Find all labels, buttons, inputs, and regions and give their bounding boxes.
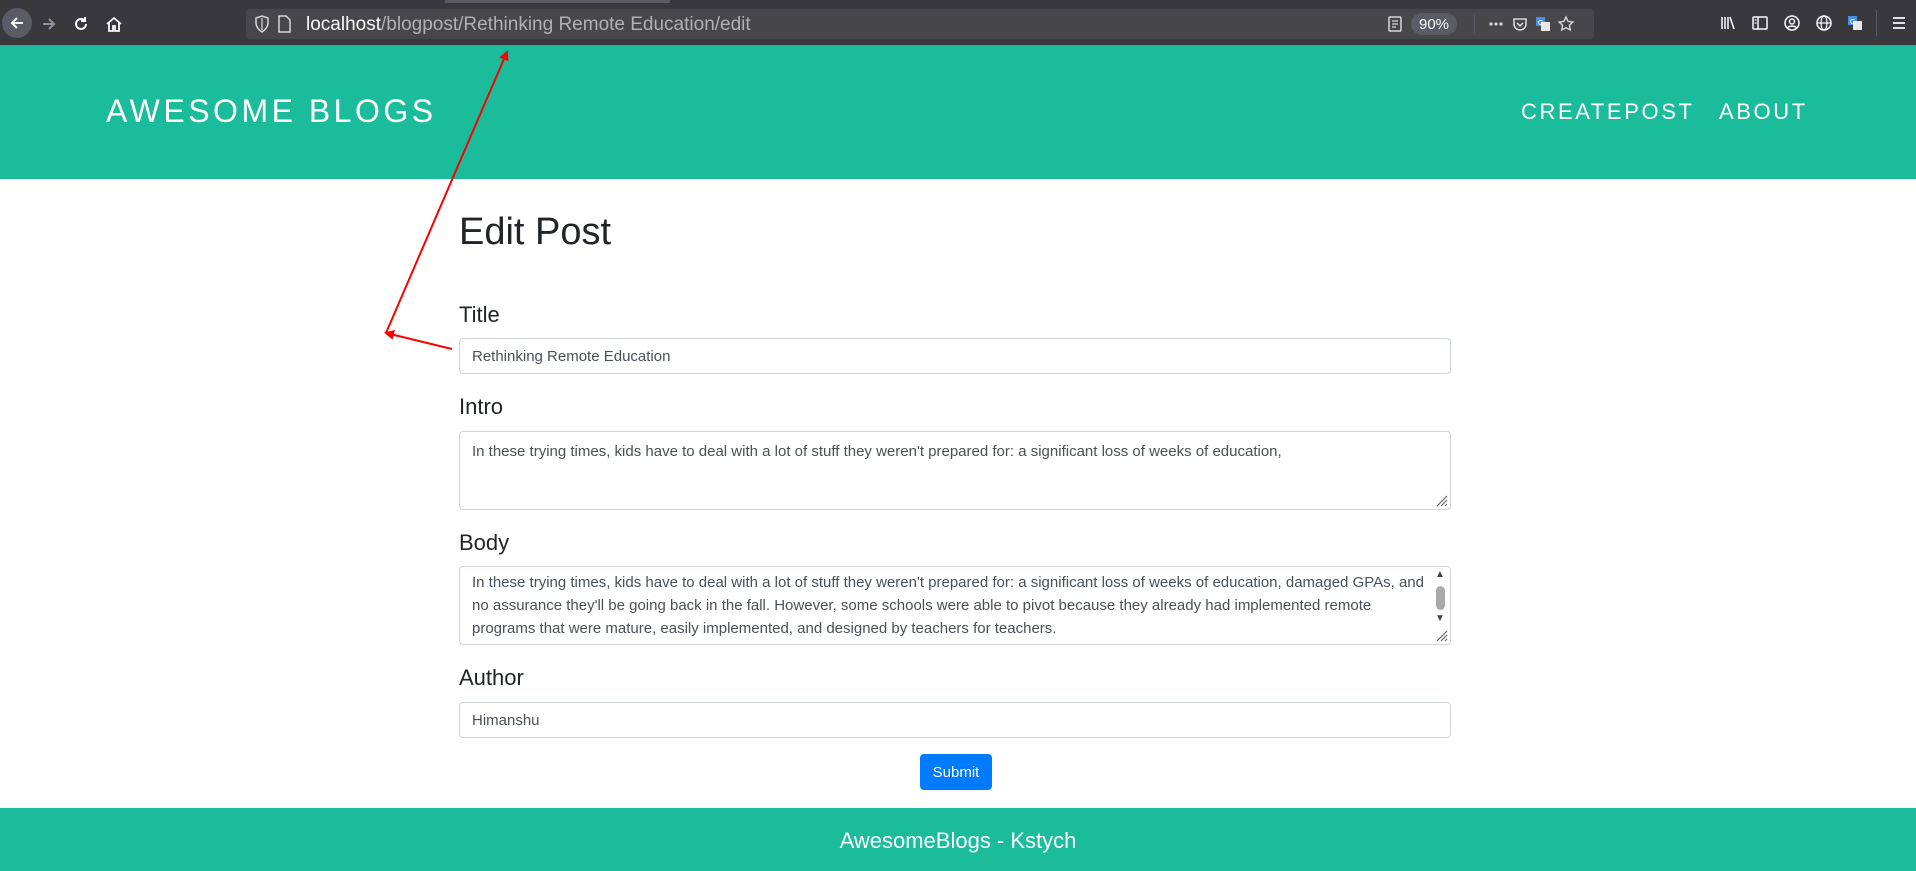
shield-icon[interactable]	[254, 15, 270, 33]
page-title: Edit Post	[459, 211, 612, 253]
body-textarea[interactable]: In these trying times, kids have to deal…	[459, 566, 1451, 645]
nav-link-createpost[interactable]: CREATEPOST	[1521, 99, 1695, 125]
svg-text:G: G	[1850, 19, 1855, 26]
site-header: AWESOME BLOGS CREATEPOST ABOUT	[0, 45, 1916, 179]
reload-button[interactable]	[67, 10, 95, 38]
hamburger-menu-icon[interactable]	[1890, 14, 1908, 32]
back-button[interactable]	[2, 8, 32, 38]
url-path: /blogpost/Rethinking Remote Education/ed…	[381, 14, 751, 35]
site-footer: AwesomeBlogs - Kstych	[0, 808, 1916, 871]
intro-text: In these trying times, kids have to deal…	[472, 443, 1282, 460]
home-button[interactable]	[100, 10, 128, 38]
svg-text:G: G	[1538, 20, 1543, 27]
toolbar-divider	[1876, 10, 1877, 36]
account-icon[interactable]	[1783, 14, 1801, 32]
title-input[interactable]: Rethinking Remote Education	[459, 338, 1451, 374]
url-host: localhost	[306, 14, 381, 35]
intro-label: Intro	[459, 394, 504, 419]
url-text[interactable]: localhost/blogpost/Rethinking Remote Edu…	[306, 14, 751, 36]
translate-icon[interactable]: G	[1846, 14, 1864, 32]
reload-icon	[75, 17, 87, 30]
title-label: Title	[459, 302, 500, 327]
translate-icon[interactable]: G	[1534, 15, 1552, 33]
globe-icon[interactable]	[1815, 14, 1833, 32]
pocket-icon[interactable]	[1511, 15, 1529, 33]
submit-button[interactable]: Submit	[920, 754, 992, 790]
resize-grip-icon[interactable]	[1434, 628, 1448, 642]
footer-text: AwesomeBlogs - Kstych	[839, 828, 1077, 853]
annotation-arrow-to-title	[384, 330, 453, 350]
library-icon[interactable]	[1719, 14, 1737, 32]
intro-textarea[interactable]: In these trying times, kids have to deal…	[459, 431, 1451, 510]
scroll-down-arrow-icon[interactable]: ▼	[1433, 613, 1447, 625]
back-arrow-icon	[10, 17, 23, 29]
body-text: In these trying times, kids have to deal…	[472, 574, 1424, 637]
browser-toolbar: localhost/blogpost/Rethinking Remote Edu…	[0, 0, 1916, 45]
url-bar[interactable]: localhost/blogpost/Rethinking Remote Edu…	[246, 9, 1594, 39]
scroll-up-arrow-icon[interactable]: ▲	[1433, 569, 1447, 581]
reader-view-icon[interactable]	[1386, 15, 1404, 33]
forward-arrow-icon	[43, 18, 56, 30]
nav-link-about[interactable]: ABOUT	[1719, 99, 1808, 125]
url-bar-divider	[1474, 15, 1475, 33]
bookmark-star-icon[interactable]	[1557, 15, 1575, 33]
author-label: Author	[459, 665, 524, 690]
author-input[interactable]: Himanshu	[459, 702, 1451, 738]
body-label: Body	[459, 530, 510, 555]
scroll-thumb[interactable]	[1436, 586, 1445, 610]
zoom-level-badge[interactable]: 90%	[1411, 13, 1457, 35]
page-icon[interactable]	[276, 15, 292, 33]
body-scrollbar[interactable]: ▲ ▼	[1433, 569, 1447, 625]
sidebar-icon[interactable]	[1751, 14, 1769, 32]
more-icon[interactable]	[1487, 15, 1505, 33]
home-icon	[106, 16, 122, 32]
forward-button[interactable]	[35, 10, 63, 38]
site-brand[interactable]: AWESOME BLOGS	[106, 93, 437, 130]
active-tab-indicator	[445, 0, 670, 3]
resize-grip-icon[interactable]	[1434, 493, 1448, 507]
